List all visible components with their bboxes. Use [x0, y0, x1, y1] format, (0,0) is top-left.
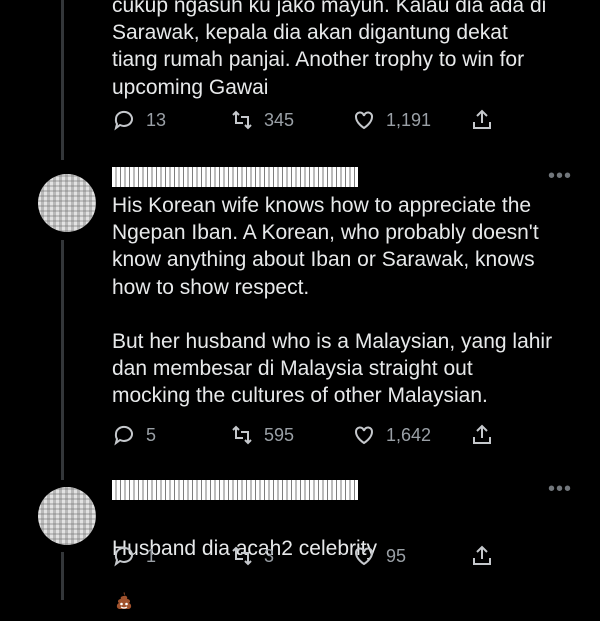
more-options-icon[interactable]: ••• [548, 165, 572, 188]
retweet-button[interactable]: 3 [230, 541, 274, 571]
reply-button[interactable]: 1 [112, 541, 156, 571]
tweet-text: His Korean wife knows how to appreciate … [112, 194, 553, 408]
tweet-text: cukup ngasuh ku jako mayuh. Kalau dia ad… [112, 0, 547, 99]
avatar[interactable] [38, 174, 96, 232]
thread-line-bottom [61, 552, 64, 600]
retweet-icon [232, 425, 252, 445]
like-icon [355, 547, 373, 566]
avatar[interactable] [38, 487, 96, 545]
reply-button[interactable]: 13 [112, 105, 166, 135]
share-button[interactable] [470, 420, 494, 450]
like-count: 1,191 [386, 109, 432, 130]
reply-count: 1 [146, 545, 157, 566]
like-button[interactable]: 1,191 [352, 105, 431, 135]
retweet-count: 345 [264, 109, 295, 130]
username-redacted [112, 167, 358, 187]
like-button[interactable]: 1,642 [352, 420, 431, 450]
like-button[interactable]: 95 [352, 541, 406, 571]
reply-icon [114, 546, 133, 567]
thread-line-top [61, 0, 64, 160]
share-icon [473, 109, 491, 129]
reply-icon [114, 425, 133, 446]
reply-button[interactable]: 5 [112, 420, 156, 450]
like-icon [355, 111, 373, 130]
username-redacted [112, 480, 358, 500]
retweet-button[interactable]: 345 [230, 105, 294, 135]
retweet-count: 595 [264, 424, 295, 445]
share-icon [473, 545, 491, 565]
retweet-button[interactable]: 595 [230, 420, 294, 450]
share-button[interactable] [470, 105, 494, 135]
like-count: 1,642 [386, 424, 432, 445]
reply-count: 5 [146, 424, 157, 445]
retweet-icon [232, 110, 252, 130]
retweet-count: 3 [264, 545, 275, 566]
share-icon [473, 424, 491, 444]
thread-line-mid [61, 240, 64, 480]
share-button[interactable] [470, 541, 494, 571]
pile-of-poo-icon [112, 562, 136, 620]
retweet-icon [232, 546, 252, 566]
like-icon [355, 426, 373, 445]
reply-count: 13 [146, 109, 167, 130]
more-options-icon[interactable]: ••• [548, 478, 572, 501]
like-count: 95 [386, 545, 407, 566]
reply-icon [114, 110, 133, 131]
